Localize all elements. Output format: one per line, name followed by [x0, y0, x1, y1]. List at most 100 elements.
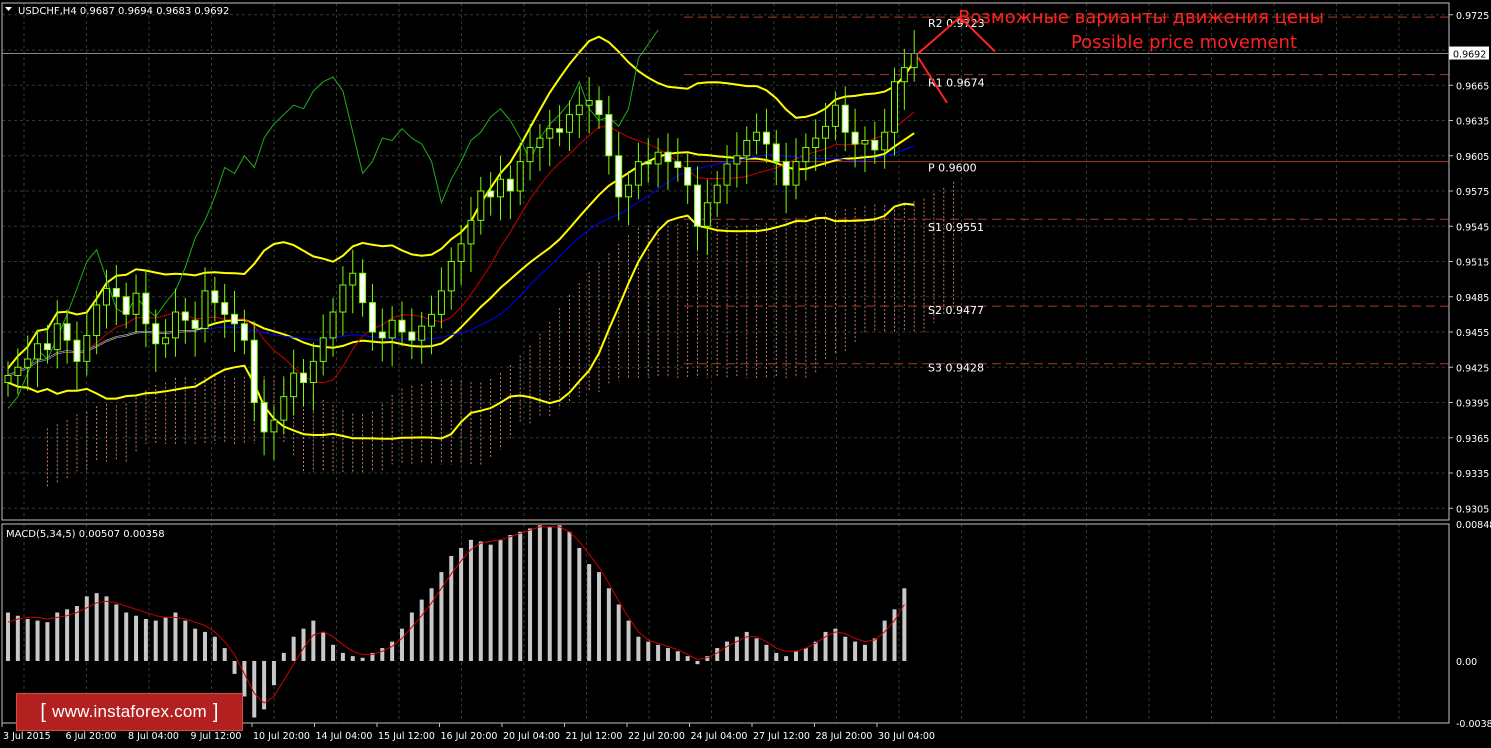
macd-bar: [715, 648, 720, 661]
candle-body: [201, 290, 209, 329]
macd-bar: [35, 620, 40, 661]
instaforex-watermark[interactable]: [ www.instaforex.com ]: [16, 693, 243, 731]
header-dropdown-icon[interactable]: [5, 7, 12, 11]
candle-body: [122, 296, 130, 315]
macd-bar: [183, 620, 188, 661]
x-tick-label: 15 Jul 12:00: [378, 731, 435, 742]
macd-bar: [340, 652, 345, 661]
candle-body: [418, 325, 426, 341]
candle-body: [4, 374, 12, 384]
macd-bar: [656, 644, 661, 661]
x-tick-label: 10 Jul 20:00: [253, 731, 310, 742]
candle-body: [910, 53, 918, 69]
macd-bar: [616, 604, 621, 661]
pivot-label-p: P 0.9600: [928, 162, 977, 175]
macd-bar: [646, 641, 651, 661]
candle-body: [162, 337, 170, 345]
macd-signal-line: [7, 526, 905, 704]
macd-bar: [6, 612, 10, 661]
macd-bar: [902, 588, 907, 661]
pivot-levels: R2 0.9723R1 0.9674P 0.9600S1 0.9551S2 0.…: [684, 16, 1449, 375]
macd-y-tick-label: 0.00848: [1456, 520, 1491, 531]
candle-body: [506, 178, 514, 192]
candle-body: [703, 202, 711, 227]
macd-bar: [55, 612, 60, 661]
chart-root: R2 0.9723 R1 0.9674 P 0.9600 S1 0.9551 S2 0.…: [0, 0, 1491, 744]
macd-bar: [124, 612, 129, 661]
x-tick-label: 20 Jul 04:00: [503, 731, 560, 742]
macd-bar: [281, 652, 286, 661]
x-tick-label: 6 Jul 20:00: [66, 731, 117, 742]
macd-bar: [311, 620, 316, 661]
y-tick-label: 0.9725: [1456, 11, 1489, 22]
current-price-label: 0.9692: [1453, 50, 1486, 61]
candle-body: [290, 372, 298, 398]
y-tick-label: 0.9665: [1456, 81, 1489, 92]
candle-body: [516, 161, 524, 192]
macd-bar: [508, 534, 513, 661]
candle-body: [260, 402, 268, 433]
macd-bar: [321, 631, 326, 661]
y-tick-label: 0.9575: [1456, 187, 1489, 198]
y-tick-label: 0.9455: [1456, 328, 1489, 339]
annotation-russian: Возможные варианты движения цены: [958, 7, 1324, 28]
x-tick-label: 14 Jul 04:00: [316, 731, 373, 742]
watermark-text: www.instaforex.com: [52, 702, 207, 721]
macd-bar: [380, 648, 385, 661]
y-tick-label: 0.9635: [1456, 117, 1489, 128]
candle-body: [546, 128, 554, 139]
macd-bar: [252, 660, 257, 718]
candle-body: [585, 100, 593, 106]
candle-body: [565, 114, 573, 133]
macd-bar: [84, 596, 89, 661]
macd-bar: [153, 620, 158, 661]
chart-svg: R2 0.9723R1 0.9674P 0.9600S1 0.9551S2 0.…: [1, 2, 1491, 742]
macd-bar: [725, 641, 730, 661]
macd-bar: [459, 547, 464, 661]
candle-body: [605, 114, 613, 157]
macd-bar: [409, 612, 414, 661]
candle-body: [881, 131, 889, 151]
y-tick-label: 0.9305: [1456, 504, 1489, 515]
candle-body: [378, 331, 386, 339]
macd-bar: [636, 636, 641, 661]
candle-body: [467, 219, 475, 245]
macd-bar: [143, 618, 148, 661]
macd-bar: [498, 539, 503, 661]
candle-body: [575, 104, 583, 116]
x-tick-label: 30 Jul 04:00: [878, 731, 935, 742]
macd-bar: [813, 641, 818, 661]
candle-body: [743, 139, 751, 157]
x-tick-label: 24 Jul 04:00: [691, 731, 748, 742]
candle-body: [831, 104, 839, 127]
candle-body: [477, 190, 485, 221]
candle-body: [625, 184, 633, 198]
candle-body: [772, 143, 780, 163]
macd-bar: [784, 656, 789, 661]
macd-bar: [74, 606, 79, 661]
candle-body: [851, 131, 859, 145]
candle-body: [221, 302, 229, 315]
candle-body: [753, 131, 761, 141]
candle-body: [319, 337, 327, 362]
candle-body: [694, 184, 701, 227]
candle-body: [408, 331, 416, 341]
macd-bar: [212, 636, 217, 661]
candle-body: [556, 128, 564, 133]
macd-bar: [400, 628, 404, 661]
macd-bar: [488, 544, 493, 661]
macd-bar: [754, 638, 759, 661]
x-tick-label: 3 Jul 2015: [3, 731, 51, 742]
y-tick-label: 0.9425: [1456, 363, 1489, 374]
macd-bar: [803, 648, 808, 661]
macd-panel: [6, 525, 907, 718]
candle-body: [861, 139, 869, 145]
candle-body: [43, 343, 51, 351]
candle-body: [891, 81, 898, 133]
candle-body: [526, 147, 534, 163]
x-tick-label: 16 Jul 20:00: [441, 731, 498, 742]
axes: 3 Jul 2015 6 Jul 20:00 8 Jul 04:00 9 Jul 12…: [1, 2, 1491, 742]
macd-bar: [862, 644, 867, 661]
candle-body: [231, 313, 239, 325]
macd-bar: [597, 572, 601, 661]
